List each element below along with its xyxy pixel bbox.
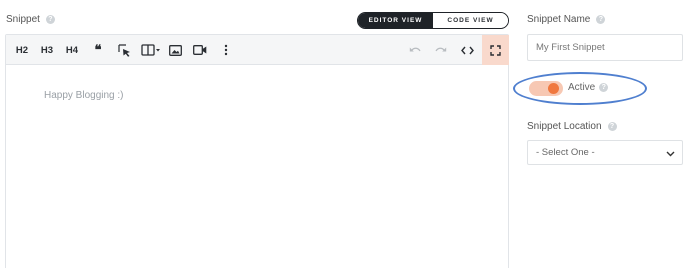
editor-content-area[interactable]: Happy Blogging :) — [6, 65, 508, 268]
code-view-button[interactable]: CODE VIEW — [433, 13, 508, 28]
cursor-select-icon[interactable] — [116, 35, 132, 65]
blockquote-button[interactable]: ❝ — [90, 35, 106, 65]
active-toggle-knob — [548, 83, 559, 94]
video-icon[interactable] — [192, 35, 208, 65]
snippet-location-label-row: Snippet Location ? — [527, 121, 617, 132]
snippet-location-selected: - Select One - — [536, 147, 595, 158]
fullscreen-icon[interactable] — [482, 35, 509, 65]
help-icon[interactable]: ? — [607, 122, 617, 131]
snippet-label-row: Snippet ? — [6, 14, 55, 25]
active-label: Active — [568, 82, 596, 93]
active-toggle[interactable] — [529, 81, 563, 96]
columns-icon[interactable] — [140, 35, 162, 65]
active-label-row: Active ? — [568, 82, 609, 93]
editor-toolbar: H2 H3 H4 ❝ — [6, 35, 509, 65]
editor-content-text: Happy Blogging :) — [44, 90, 124, 101]
help-icon[interactable]: ? — [599, 83, 609, 92]
heading-2-button[interactable]: H2 — [14, 35, 30, 65]
snippet-location-label: Snippet Location — [527, 121, 602, 132]
undo-icon[interactable] — [407, 35, 423, 65]
redo-icon[interactable] — [433, 35, 449, 65]
help-icon[interactable]: ? — [596, 15, 606, 24]
snippet-name-label: Snippet Name — [527, 14, 591, 25]
heading-4-button[interactable]: H4 — [64, 35, 80, 65]
heading-3-button[interactable]: H3 — [39, 35, 55, 65]
view-toggle: EDITOR VIEW CODE VIEW — [357, 12, 509, 29]
image-icon[interactable] — [167, 35, 183, 65]
snippet-editor: H2 H3 H4 ❝ Happy Blogging:) — [5, 34, 509, 268]
code-icon[interactable] — [458, 35, 476, 65]
snippet-name-label-row: Snippet Name ? — [527, 14, 606, 25]
snippet-name-input[interactable]: My First Snippet — [527, 34, 683, 61]
help-icon[interactable]: ? — [45, 15, 55, 24]
editor-view-button[interactable]: EDITOR VIEW — [358, 13, 433, 28]
chevron-down-icon — [666, 149, 675, 160]
snippet-label: Snippet — [6, 14, 40, 25]
more-vertical-icon[interactable] — [220, 35, 232, 65]
snippet-location-select[interactable]: - Select One - — [527, 140, 683, 165]
